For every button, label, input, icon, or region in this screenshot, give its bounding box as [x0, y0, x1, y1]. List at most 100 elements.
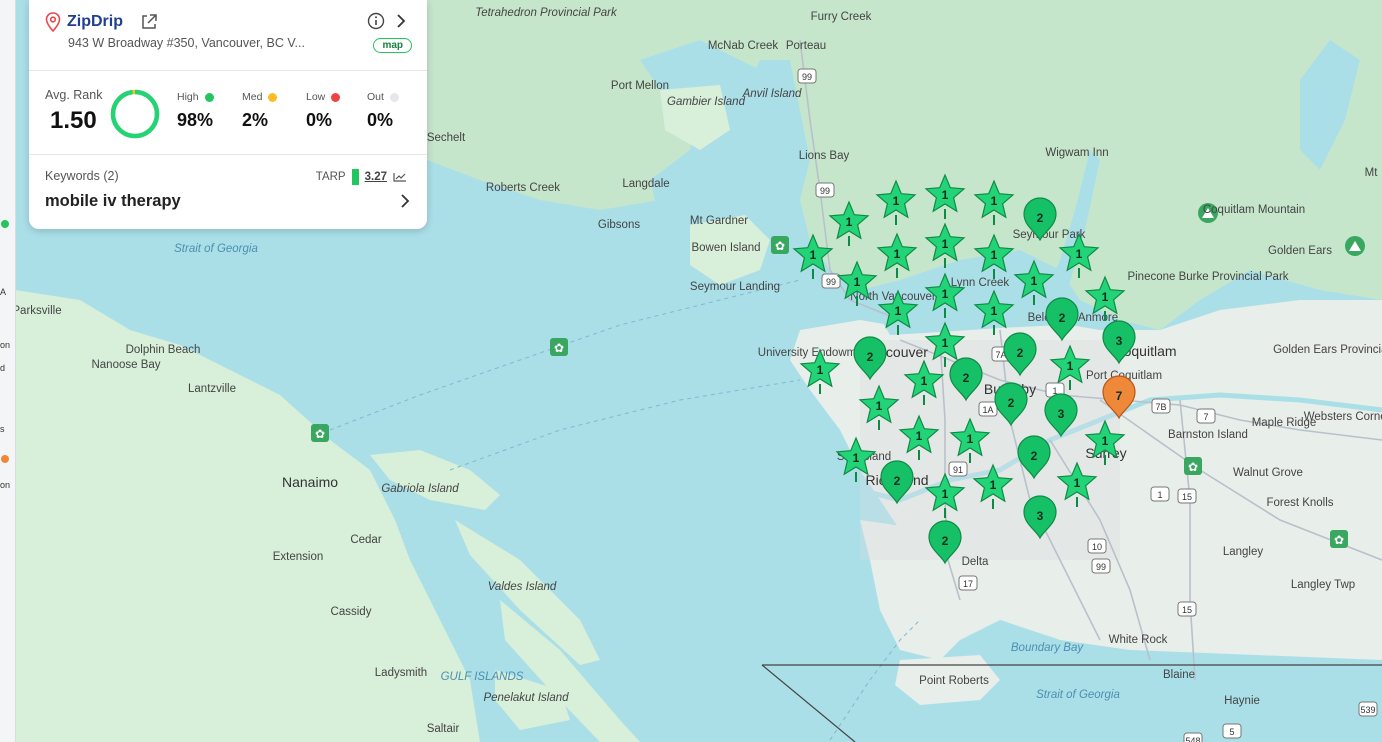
map-label: Cassidy	[331, 606, 372, 618]
rank-marker-label: 1	[991, 304, 998, 318]
tarp-value[interactable]: 3.27	[365, 171, 387, 183]
rank-marker-label: 3	[1116, 334, 1123, 348]
rank-marker-label: 1	[1102, 290, 1109, 304]
map-label: White Rock	[1109, 634, 1168, 646]
stat-low-value: 0%	[306, 110, 333, 130]
left-fragment-3: d	[0, 363, 6, 373]
business-card: ZipDrip 943 W Broadway #350, Vancouver, …	[29, 0, 427, 229]
rank-marker-label: 1	[991, 248, 998, 262]
rank-marker-label: 2	[942, 534, 949, 548]
business-name[interactable]: ZipDrip	[67, 13, 123, 31]
map-label: Delta	[962, 556, 989, 568]
map-label: Roberts Creek	[486, 182, 560, 194]
rank-marker-label: 1	[942, 287, 949, 301]
stat-low: Low 0%	[306, 91, 341, 131]
park-marker-bowen: ✿	[771, 236, 789, 254]
location-pin-icon	[45, 12, 61, 32]
map-label: Point Roberts	[919, 675, 989, 687]
map-label: Gibsons	[598, 219, 640, 231]
road-shield: 5	[1222, 723, 1242, 739]
map-label: Penelakut Island	[483, 692, 569, 704]
chevron-right-icon[interactable]	[393, 12, 409, 30]
external-link-icon[interactable]	[140, 13, 158, 31]
map-label: Parksville	[12, 305, 61, 317]
map-label: Seymour Landing	[690, 281, 780, 293]
rank-marker-label: 1	[853, 451, 860, 465]
stat-low-label: Low	[306, 91, 326, 103]
map-label: Haynie	[1224, 695, 1260, 707]
business-header: ZipDrip	[45, 12, 413, 34]
rank-marker-label: 1	[1067, 359, 1074, 373]
svg-text:99: 99	[826, 277, 836, 287]
map-label: Pinecone Burke Provincial Park	[1127, 271, 1288, 283]
rank-marker-label: 1	[942, 237, 949, 251]
map-label: Lantzville	[188, 383, 236, 395]
stat-out-label: Out	[367, 91, 384, 103]
left-fragment-2: on	[0, 340, 11, 350]
keyword-chevron-right-icon[interactable]	[399, 192, 411, 210]
map-label: Mt Gardner	[690, 215, 748, 227]
rank-marker-label: 3	[1037, 509, 1044, 523]
left-fragment-1: A	[0, 287, 7, 297]
stat-high-label: High	[177, 91, 199, 103]
map-label: Bowen Island	[691, 242, 760, 254]
map-label: Blaine	[1163, 669, 1195, 681]
svg-text:99: 99	[1096, 562, 1106, 572]
rank-marker-label: 1	[921, 374, 928, 388]
road-shield: 548	[1183, 732, 1203, 742]
info-icon[interactable]	[367, 12, 385, 30]
svg-text:1A: 1A	[982, 405, 993, 415]
rank-marker-label: 2	[1031, 449, 1038, 463]
stat-med-label: Med	[242, 91, 263, 103]
high-dot	[204, 92, 214, 102]
tarp-label: TARP	[315, 171, 346, 183]
svg-text:✿: ✿	[315, 427, 325, 441]
map-badge[interactable]: map	[373, 38, 412, 53]
map-label: Valdes Island	[488, 581, 557, 593]
map-label: Golden Ears	[1268, 245, 1332, 257]
road-shield: 15	[1177, 488, 1197, 504]
svg-text:5: 5	[1229, 727, 1234, 737]
road-shield: 15	[1177, 601, 1197, 617]
map-label: Coquitlam Mountain	[1203, 204, 1305, 216]
road-shield: 17	[958, 575, 978, 591]
map-label: Gambier Island	[667, 96, 746, 108]
svg-text:15: 15	[1182, 492, 1192, 502]
rank-marker-label: 1	[991, 194, 998, 208]
road-shield: 7	[1196, 408, 1216, 424]
svg-text:✿: ✿	[775, 239, 785, 253]
svg-text:10: 10	[1092, 542, 1102, 552]
road-shield: 99	[797, 68, 817, 84]
avg-rank-label: Avg. Rank	[45, 88, 103, 102]
map-label: Anvil Island	[742, 88, 802, 100]
rank-marker-label: 7	[1116, 389, 1123, 403]
rank-marker-label: 1	[1102, 434, 1109, 448]
map-label: Nanoose Bay	[91, 359, 160, 371]
map-label: Boundary Bay	[1011, 642, 1084, 654]
map-label: Ladysmith	[375, 667, 427, 679]
map-label: Strait of Georgia	[1036, 689, 1120, 701]
road-shield: 539	[1358, 701, 1378, 717]
rank-marker-label: 1	[942, 336, 949, 350]
keyword-value[interactable]: mobile iv therapy	[45, 192, 181, 211]
rank-marker-label: 2	[1059, 311, 1066, 325]
rank-marker-label: 1	[894, 247, 901, 261]
map-label: Porteau	[786, 40, 826, 52]
svg-text:548: 548	[1185, 736, 1200, 742]
tarp-row: TARP 3.27	[316, 169, 407, 185]
svg-text:91: 91	[953, 465, 963, 475]
business-address: 943 W Broadway #350, Vancouver, BC V...	[68, 36, 305, 50]
park-marker-strait: ✿	[550, 338, 568, 356]
svg-text:17: 17	[963, 579, 973, 589]
rank-marker-label: 1	[942, 487, 949, 501]
stat-out-value: 0%	[367, 110, 394, 130]
svg-text:539: 539	[1360, 705, 1375, 715]
rank-distribution-ring	[110, 89, 160, 139]
trend-chart-icon[interactable]	[393, 172, 407, 182]
map-label: Lions Bay	[799, 150, 850, 162]
map-label: Golden Ears Provincial Park	[1273, 344, 1382, 356]
rank-marker-label: 1	[1074, 476, 1081, 490]
stat-med: Med 2%	[242, 91, 278, 131]
map-label: Nanaimo	[282, 474, 338, 490]
map-label: McNab Creek	[708, 40, 779, 52]
